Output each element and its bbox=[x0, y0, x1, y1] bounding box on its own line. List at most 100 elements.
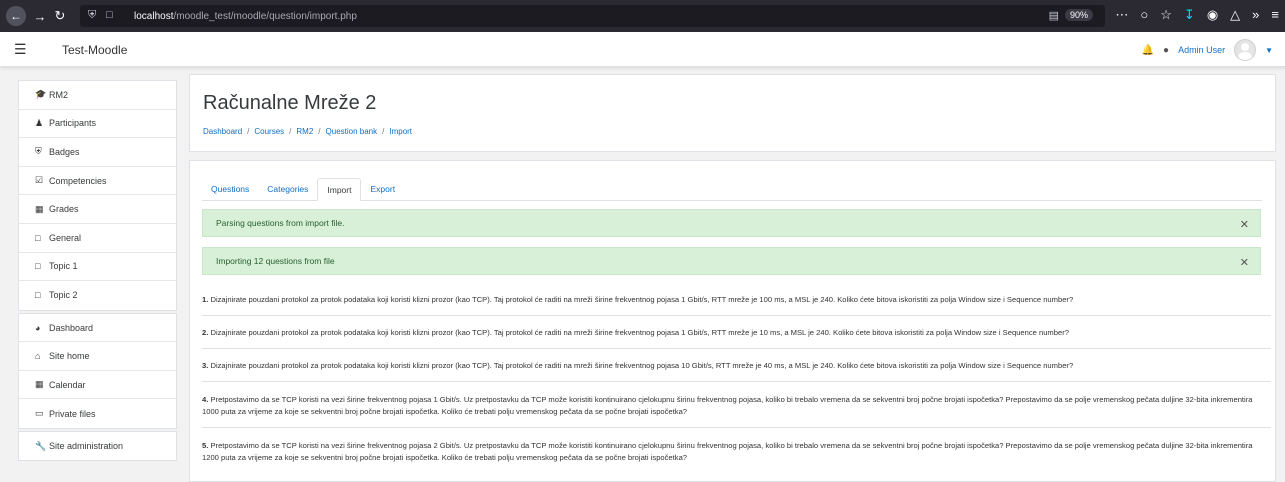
site-navbar: ☰ Test-Moodle 🔔 ● Admin User ▼ bbox=[0, 32, 1285, 67]
question-text: Pretpostavimo da se TCP koristi na vezi … bbox=[202, 441, 1253, 462]
sidebar-item-participants[interactable]: ♟ Participants bbox=[19, 110, 176, 139]
divider bbox=[202, 381, 1271, 382]
question-number: 2. bbox=[202, 328, 209, 337]
user-menu-caret-icon[interactable]: ▼ bbox=[1265, 46, 1273, 55]
calendar-icon: ▦ bbox=[35, 379, 44, 389]
nav-drawer: 🎓 RM2 ♟ Participants ⛨ Badges ☑ Competencies… bbox=[18, 80, 177, 463]
divider bbox=[202, 427, 1271, 428]
shield-icon: ⛨ bbox=[35, 146, 42, 157]
question-text: Pretpostavimo da se TCP koristi na vezi … bbox=[202, 395, 1253, 416]
admin-nav-group: 🔧 Site administration bbox=[18, 430, 177, 462]
folder-icon: □ bbox=[35, 232, 41, 243]
hamburger-menu-icon[interactable]: ☰ bbox=[14, 41, 27, 58]
breadcrumb-question-bank[interactable]: Question bank bbox=[326, 127, 378, 136]
site-nav-group: ◕ Dashboard ⌂ Site home ▦ Calendar ▭ Private… bbox=[18, 312, 177, 429]
divider bbox=[202, 348, 1271, 349]
extensions-icon[interactable]: △ bbox=[1230, 7, 1240, 23]
breadcrumb-separator: / bbox=[382, 127, 385, 136]
breadcrumb-dashboard[interactable]: Dashboard bbox=[203, 127, 242, 136]
main-content: Questions Categories Import Export Parsi… bbox=[189, 160, 1276, 482]
course-nav-group: 🎓 RM2 ♟ Participants ⛨ Badges ☑ Competencies… bbox=[18, 80, 177, 311]
browser-toolbar: ← → ↻ ⛨ □ localhost/moodle_test/moodle/q… bbox=[0, 0, 1285, 32]
sidebar-item-site-home[interactable]: ⌂ Site home bbox=[19, 342, 176, 371]
sidebar-item-rm2[interactable]: 🎓 RM2 bbox=[19, 81, 176, 110]
sidebar-item-site-administration[interactable]: 🔧 Site administration bbox=[19, 432, 176, 461]
tab-categories[interactable]: Categories bbox=[258, 178, 317, 200]
breadcrumb-separator: / bbox=[318, 127, 321, 136]
tab-questions[interactable]: Questions bbox=[202, 178, 258, 200]
check-square-icon: ☑ bbox=[35, 175, 44, 186]
file-icon: ▭ bbox=[35, 408, 44, 418]
menu-icon[interactable]: ≡ bbox=[1271, 7, 1279, 23]
success-alert: Parsing questions from import file. ✕ bbox=[202, 209, 1261, 237]
question-text: Dizajnirate pouzdani protokol za protok … bbox=[210, 328, 1069, 337]
users-icon: ♟ bbox=[35, 117, 44, 128]
imported-question: 1. Dizajnirate pouzdani protokol za prot… bbox=[202, 294, 1271, 306]
graduation-cap-icon: 🎓 bbox=[35, 89, 47, 100]
folder-icon: □ bbox=[35, 290, 41, 301]
alert-message: Parsing questions from import file. bbox=[216, 218, 345, 228]
notifications-bell-icon[interactable]: 🔔 bbox=[1142, 45, 1154, 56]
reader-view-icon[interactable]: ▤ bbox=[1049, 9, 1059, 22]
zoom-level[interactable]: 90% bbox=[1064, 9, 1093, 21]
bookmark-star-icon[interactable]: ☆ bbox=[1160, 7, 1172, 23]
sidebar-item-grades[interactable]: ▦ Grades bbox=[19, 195, 176, 224]
close-icon[interactable]: ✕ bbox=[1240, 218, 1249, 231]
forward-icon[interactable]: → bbox=[30, 9, 50, 24]
home-icon: ⌂ bbox=[35, 351, 41, 361]
table-icon: ▦ bbox=[35, 203, 44, 214]
user-avatar[interactable] bbox=[1234, 39, 1257, 61]
sidebar-item-badges[interactable]: ⛨ Badges bbox=[19, 138, 176, 167]
imported-question: 5. Pretpostavimo da se TCP koristi na ve… bbox=[202, 440, 1271, 464]
overflow-icon[interactable]: » bbox=[1252, 7, 1259, 23]
question-bank-tabs: Questions Categories Import Export bbox=[202, 178, 1262, 201]
breadcrumb-separator: / bbox=[247, 127, 250, 136]
question-number: 5. bbox=[202, 441, 209, 450]
sidebar-item-general[interactable]: □ General bbox=[19, 224, 176, 253]
folder-icon: □ bbox=[35, 261, 41, 272]
success-alert: Importing 12 questions from file ✕ bbox=[202, 247, 1261, 275]
page-title: Računalne Mreže 2 bbox=[203, 92, 377, 114]
page-icon: □ bbox=[106, 9, 113, 21]
imported-question: 4. Pretpostavimo da se TCP koristi na ve… bbox=[202, 394, 1271, 418]
more-actions-icon[interactable]: ⋯ bbox=[1115, 7, 1128, 23]
account-icon[interactable]: ◉ bbox=[1207, 7, 1218, 23]
back-icon[interactable]: ← bbox=[6, 6, 26, 26]
messages-icon[interactable]: ● bbox=[1163, 45, 1169, 56]
breadcrumb: Dashboard / Courses / RM2/ Question bank / … bbox=[203, 127, 412, 136]
question-text: Dizajnirate pouzdani protokol za protok … bbox=[210, 361, 1074, 370]
question-number: 4. bbox=[202, 395, 209, 404]
url-host: localhost bbox=[134, 10, 174, 22]
breadcrumb-rm2[interactable]: RM2 bbox=[296, 127, 313, 136]
pocket-icon[interactable]: ○ bbox=[1140, 7, 1148, 23]
sidebar-item-topic-1[interactable]: □ Topic 1 bbox=[19, 253, 176, 282]
divider bbox=[202, 315, 1271, 316]
sidebar-item-competencies[interactable]: ☑ Competencies bbox=[19, 167, 176, 196]
user-name[interactable]: Admin User bbox=[1178, 45, 1225, 55]
wrench-icon: 🔧 bbox=[35, 440, 47, 451]
breadcrumb-import[interactable]: Import bbox=[389, 127, 412, 136]
question-number: 1. bbox=[202, 295, 209, 304]
sidebar-item-topic-2[interactable]: □ Topic 2 bbox=[19, 281, 176, 310]
alert-message: Importing 12 questions from file bbox=[216, 256, 335, 266]
breadcrumb-courses[interactable]: Courses bbox=[254, 127, 284, 136]
question-number: 3. bbox=[202, 361, 209, 370]
tab-export[interactable]: Export bbox=[361, 178, 404, 200]
tab-import[interactable]: Import bbox=[317, 178, 362, 201]
tachometer-icon: ◕ bbox=[35, 322, 41, 333]
download-icon[interactable]: ↧ bbox=[1184, 7, 1195, 23]
reload-icon[interactable]: ↻ bbox=[50, 8, 70, 24]
url-bar[interactable]: ⛨ □ localhost/moodle_test/moodle/questio… bbox=[80, 5, 1105, 27]
question-text: Dizajnirate pouzdani protokol za protok … bbox=[210, 295, 1074, 304]
site-brand[interactable]: Test-Moodle bbox=[62, 43, 127, 57]
shield-icon[interactable]: ⛨ bbox=[88, 9, 96, 22]
breadcrumb-separator: / bbox=[289, 127, 292, 136]
url-path: /moodle_test/moodle/question/import.php bbox=[173, 10, 357, 22]
sidebar-item-private-files[interactable]: ▭ Private files bbox=[19, 399, 176, 428]
sidebar-item-dashboard[interactable]: ◕ Dashboard bbox=[19, 314, 176, 343]
page-header: Računalne Mreže 2 Dashboard / Courses / RM… bbox=[189, 74, 1276, 152]
imported-question: 3. Dizajnirate pouzdani protokol za prot… bbox=[202, 360, 1271, 372]
imported-question: 2. Dizajnirate pouzdani protokol za prot… bbox=[202, 327, 1271, 339]
sidebar-item-calendar[interactable]: ▦ Calendar bbox=[19, 371, 176, 400]
close-icon[interactable]: ✕ bbox=[1240, 256, 1249, 269]
